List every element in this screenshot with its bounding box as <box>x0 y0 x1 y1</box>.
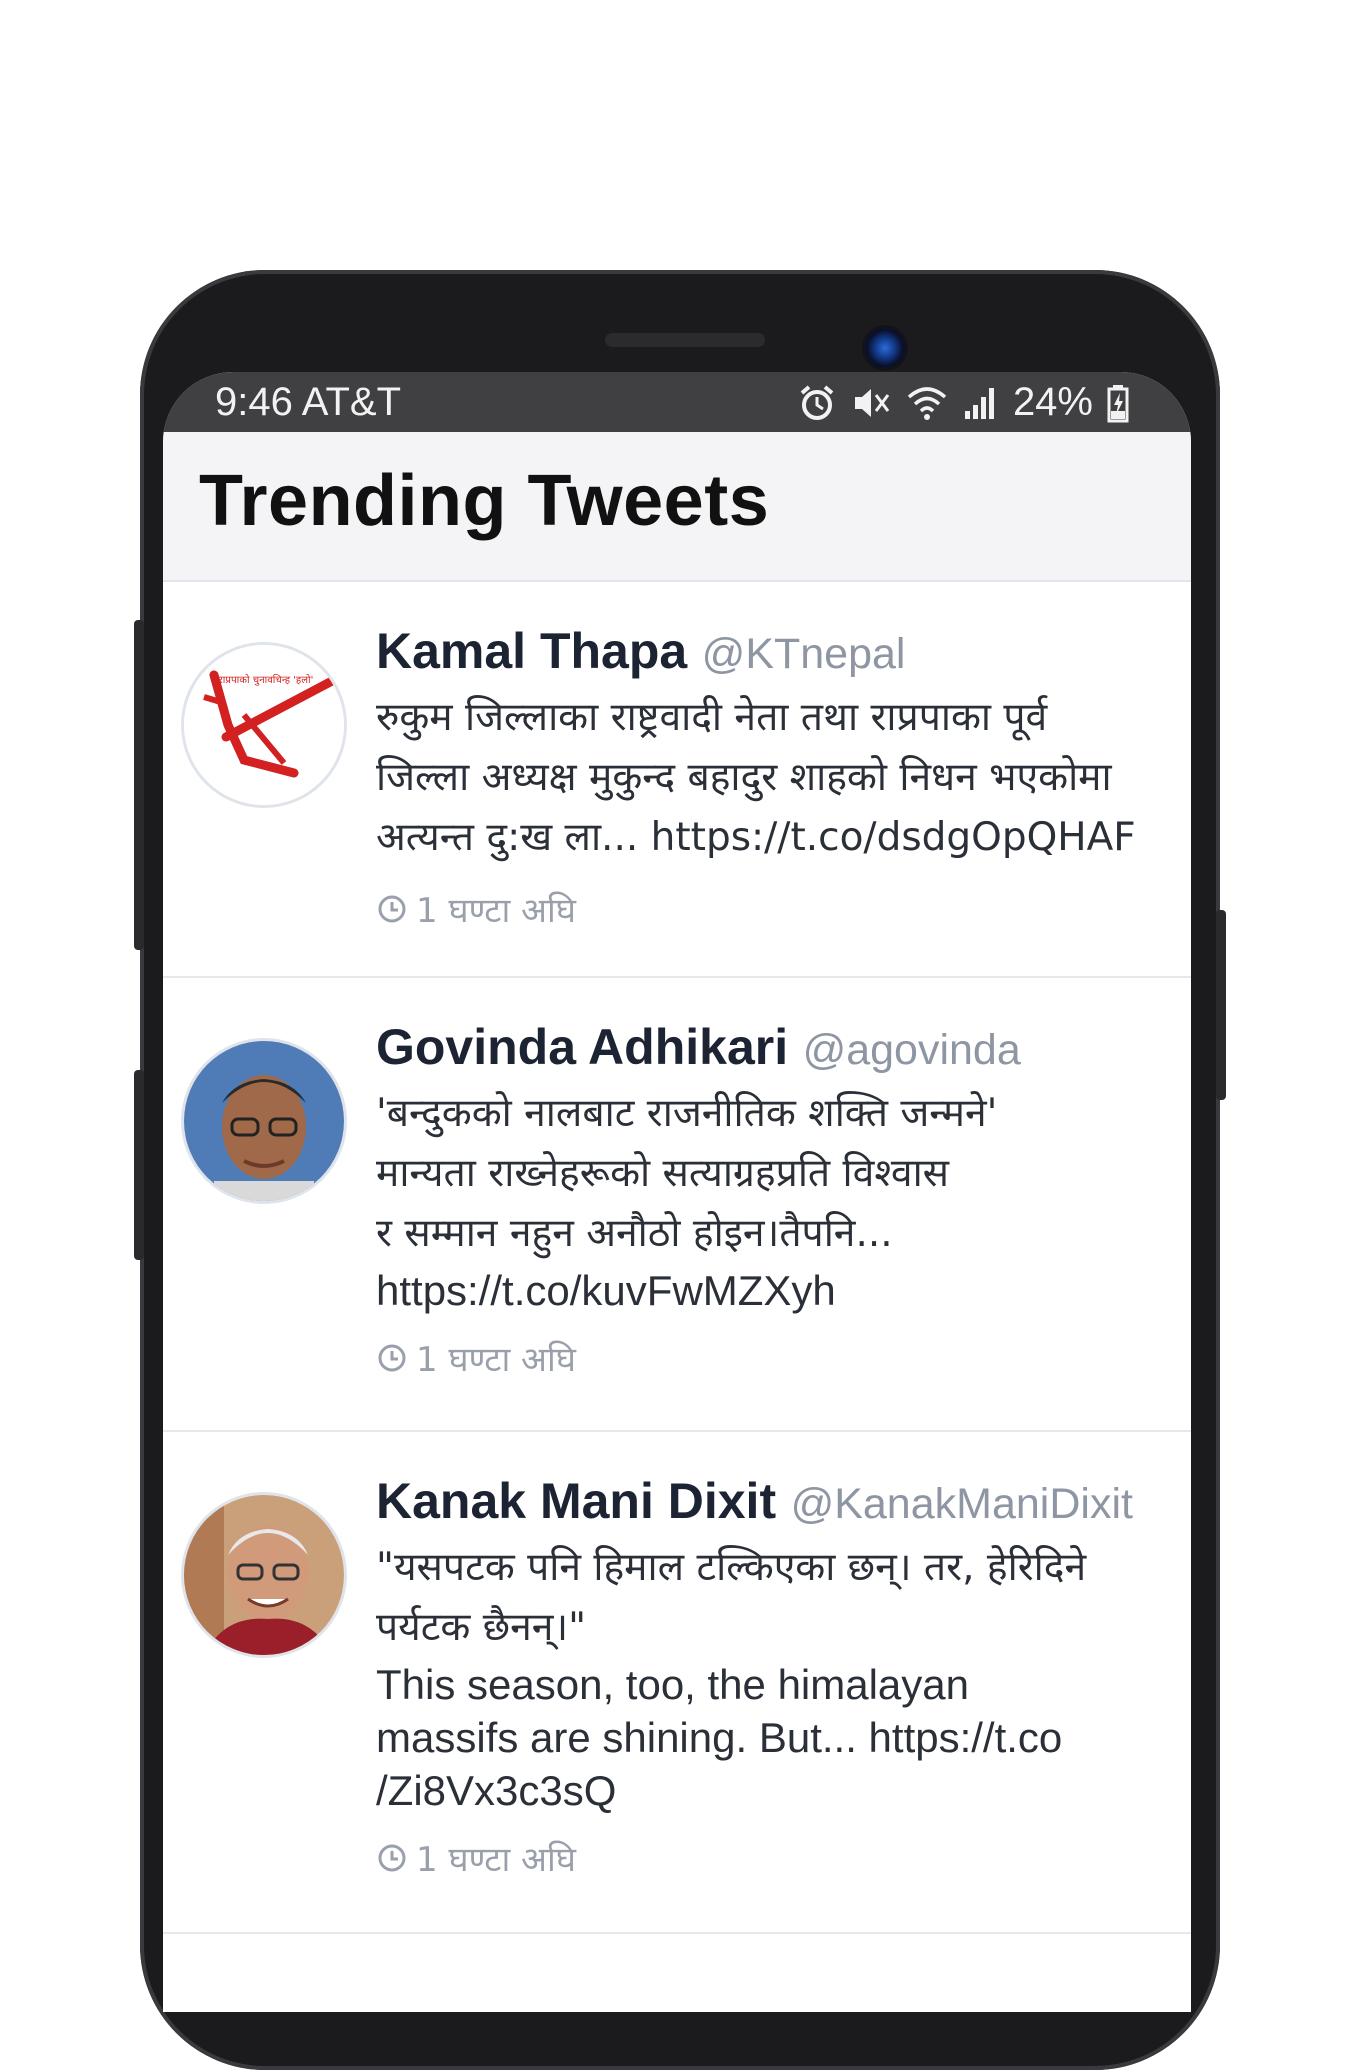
tweet-item[interactable]: राप्रपाको चुनावचिन्ह 'हलो' Kamal Thapa @… <box>163 582 1191 978</box>
status-time-carrier: 9:46 AT&T <box>215 380 402 424</box>
tweet-author-handle[interactable]: @agovinda <box>803 1026 1021 1074</box>
page-title: Trending Tweets <box>199 461 770 541</box>
tweet-time-text: 1 घण्टा अघि <box>416 891 576 931</box>
bixby-button <box>134 1070 144 1260</box>
tweet-timestamp: 1 घण्टा अघि <box>376 1335 1181 1381</box>
app-screen: 9:46 AT&T 24% Trending Tweets राप्रपाको … <box>163 372 1191 2012</box>
tweet-author-handle[interactable]: @KTnepal <box>702 630 906 678</box>
tweet-author-line: Kamal Thapa @KTnepal <box>376 622 1181 680</box>
tweet-author-handle[interactable]: @KanakManiDixit <box>791 1480 1133 1528</box>
battery-percent: 24% <box>1012 380 1093 424</box>
tweet-avatar[interactable]: राप्रपाको चुनावचिन्ह 'हलो' <box>181 642 347 808</box>
user-photo-icon <box>184 1495 344 1655</box>
logo-caption: राप्रपाको चुनावचिन्ह 'हलो' <box>219 674 314 686</box>
mute-icon <box>854 388 890 417</box>
clock-icon <box>378 895 406 923</box>
tweet-text: 'बन्दुकको नालबाट राजनीतिक शक्ति जन्मने' … <box>376 1091 998 1256</box>
tweet-author-line: Kanak Mani Dixit @KanakManiDixit <box>376 1472 1181 1530</box>
tweet-author-line: Govinda Adhikari @agovinda <box>376 1018 1181 1076</box>
status-bar: 9:46 AT&T 24% <box>163 372 1191 432</box>
user-photo-icon <box>184 1041 344 1201</box>
app-header: Trending Tweets <box>163 432 1191 582</box>
tweet-item[interactable]: Govinda Adhikari @agovinda 'बन्दुकको नाल… <box>163 978 1191 1432</box>
tweet-text: रुकुम जिल्लाका राष्ट्रवादी नेता तथा राप्… <box>376 695 1136 860</box>
tweet-timestamp: 1 घण्टा अघि <box>376 886 1181 932</box>
tweet-author-name[interactable]: Govinda Adhikari <box>376 1019 788 1075</box>
earpiece-speaker <box>605 333 765 347</box>
volume-button <box>134 620 144 950</box>
alarm-icon <box>800 384 834 420</box>
tweet-list[interactable]: राप्रपाको चुनावचिन्ह 'हलो' Kamal Thapa @… <box>163 582 1191 1934</box>
signal-icon <box>964 387 994 419</box>
clock-icon <box>378 1844 406 1872</box>
tweet-item[interactable]: Kanak Mani Dixit @KanakManiDixit "यसपटक … <box>163 1432 1191 1934</box>
status-icons: 24% <box>797 380 1129 425</box>
power-button <box>1216 910 1226 1100</box>
tweet-author-name[interactable]: Kamal Thapa <box>376 623 687 679</box>
tweet-text: "यसपटक पनि हिमाल टल्किएका छन्। तर, हेरिद… <box>376 1545 1087 1650</box>
tweet-avatar[interactable] <box>181 1038 347 1204</box>
tweet-time-text: 1 घण्टा अघि <box>416 1840 576 1880</box>
rpp-logo-icon: राप्रपाको चुनावचिन्ह 'हलो' <box>184 645 344 805</box>
clock-icon <box>378 1344 406 1372</box>
tweet-author-name[interactable]: Kanak Mani Dixit <box>376 1473 776 1529</box>
tweet-timestamp: 1 घण्टा अघि <box>376 1835 1181 1881</box>
tweet-link[interactable]: https://t.co/kuvFwMZXyh <box>376 1264 1181 1317</box>
tweet-text-english: This season, too, the himalayan massifs … <box>376 1661 1063 1814</box>
front-camera <box>862 325 908 371</box>
battery-charging-icon <box>1107 384 1129 422</box>
wifi-icon <box>907 386 947 420</box>
tweet-time-text: 1 घण्टा अघि <box>416 1340 576 1380</box>
tweet-avatar[interactable] <box>181 1492 347 1658</box>
